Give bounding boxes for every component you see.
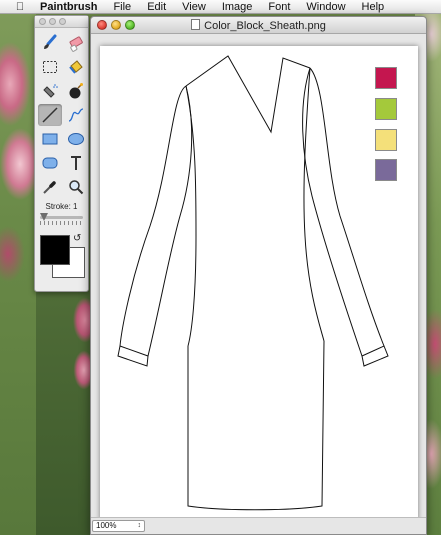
spray-tool[interactable] [38, 80, 62, 102]
text-tool[interactable] [64, 152, 88, 174]
stroke-label: Stroke: 1 [45, 202, 78, 211]
rounded-rect-icon [42, 157, 58, 169]
palette-close-button[interactable] [39, 18, 46, 25]
tool-grid [35, 28, 88, 198]
stroke-slider[interactable] [40, 213, 83, 227]
fill-tool[interactable] [64, 56, 88, 78]
rectangle-icon [42, 133, 58, 145]
zoom-value: 100% [96, 521, 117, 530]
text-icon [71, 156, 81, 170]
spray-icon [43, 84, 58, 98]
canvas-scroll-area[interactable] [91, 35, 426, 521]
magnifier-tool[interactable] [64, 176, 88, 198]
document-window: Color_Block_Sheath.png 100% ↕ [90, 16, 427, 535]
status-bar: 100% ↕ [91, 517, 426, 534]
curve-icon [68, 108, 84, 122]
window-title-text: Color_Block_Sheath.png [204, 20, 326, 32]
apple-menu-icon[interactable]:  [12, 1, 28, 13]
bomb-tool[interactable] [64, 80, 88, 102]
eraser-icon [69, 36, 83, 52]
menu-view[interactable]: View [182, 1, 206, 13]
desktop-background [0, 14, 36, 535]
curve-tool[interactable] [64, 104, 88, 126]
paintbrush-icon [44, 34, 57, 49]
menu-edit[interactable]: Edit [147, 1, 166, 13]
menu-help[interactable]: Help [362, 1, 385, 13]
swatch-purple [375, 159, 397, 181]
swap-colors-icon[interactable]: ↺ [73, 233, 85, 245]
swatch-yellow [375, 129, 397, 151]
line-icon [42, 107, 58, 123]
rounded-rect-tool[interactable] [38, 152, 62, 174]
palette-minimize-button[interactable] [49, 18, 56, 25]
eyedropper-tool[interactable] [38, 176, 62, 198]
ellipse-tool[interactable] [64, 128, 88, 150]
foreground-color-well[interactable] [40, 235, 70, 265]
swatch-magenta [375, 67, 397, 89]
menu-window[interactable]: Window [306, 1, 345, 13]
drawing-canvas[interactable] [100, 46, 418, 521]
line-tool[interactable] [38, 104, 62, 126]
menu-image[interactable]: Image [222, 1, 253, 13]
menu-app-name[interactable]: Paintbrush [40, 1, 97, 13]
select-tool[interactable] [38, 56, 62, 78]
menu-file[interactable]: File [113, 1, 131, 13]
close-button[interactable] [97, 20, 107, 30]
menu-bar:  Paintbrush File Edit View Image Font W… [0, 0, 441, 14]
eraser-tool[interactable] [64, 32, 88, 54]
fill-bucket-icon [69, 60, 83, 74]
swatch-green [375, 98, 397, 120]
ellipse-icon [68, 133, 84, 145]
window-title-bar[interactable]: Color_Block_Sheath.png [91, 17, 426, 34]
palette-zoom-button[interactable] [59, 18, 66, 25]
paintbrush-tool[interactable] [38, 32, 62, 54]
bomb-icon [69, 83, 83, 99]
slider-knob[interactable] [40, 213, 48, 221]
dress-sketch [117, 55, 389, 511]
menu-font[interactable]: Font [268, 1, 290, 13]
document-icon [191, 19, 201, 30]
palette-title-bar[interactable] [35, 16, 88, 28]
magnifier-icon [69, 180, 84, 195]
color-wells: ↺ [35, 231, 88, 281]
zoom-select[interactable]: 100% ↕ [92, 520, 145, 532]
rectangle-tool[interactable] [38, 128, 62, 150]
eyedropper-icon [43, 181, 56, 194]
window-title: Color_Block_Sheath.png [91, 19, 426, 32]
rect-select-icon [43, 61, 57, 73]
minimize-button[interactable] [111, 20, 121, 30]
stepper-arrows-icon: ↕ [137, 522, 142, 529]
zoom-button[interactable] [125, 20, 135, 30]
tools-palette: Stroke: 1 ↺ [34, 15, 89, 292]
slider-ticks [40, 221, 83, 225]
